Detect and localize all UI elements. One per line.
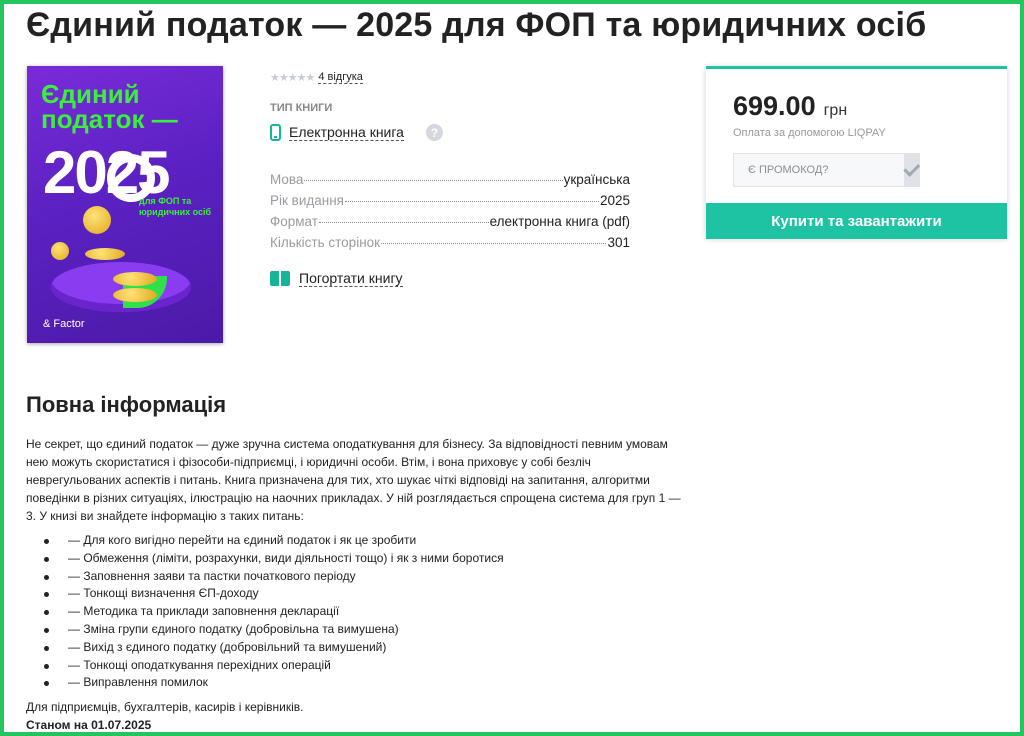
buy-and-download-button[interactable]: Купити та завантажити [706,203,1007,239]
property-dots [344,201,599,202]
page-title: Єдиний податок — 2025 для ФОП та юридичн… [26,6,927,44]
book-cover-image[interactable]: Єдиний податок — 2025 для ФОП та юридичн… [27,66,223,343]
description-text: Не секрет, що єдиний податок — дуже зруч… [26,437,681,523]
property-value: 301 [607,235,630,250]
cover-title-line2: податок — [41,104,178,134]
book-type-label: ТИП КНИГИ [270,102,333,114]
list-item: — Виправлення помилок [44,674,504,692]
book-type-row: Електронна книга ? [270,124,443,141]
property-dots [381,243,607,244]
cover-subtitle-highlight: ФОП [158,196,180,206]
star-icon: ★★★★★ [270,72,315,84]
preview-book-label[interactable]: Погортати книгу [299,270,403,287]
list-item: — Обмеження (ліміти, розрахунки, види ді… [44,550,504,568]
list-item: — Тонкощі оподаткування перехідних опера… [44,657,504,675]
property-key: Формат [270,214,318,229]
publisher-logo: & Factor [43,318,85,330]
price-row: 699.00 грн [733,91,847,122]
list-item: — Заповнення заяви та пастки початкового… [44,568,504,586]
property-value: 2025 [599,193,630,208]
reviews-link[interactable]: 4 відгука [318,71,363,84]
coin-graphic [51,242,69,260]
property-key: Мова [270,172,304,187]
as-of-date: Станом на 01.07.2025 [26,718,152,732]
property-dots [304,180,563,181]
cover-subtitle-prefix: для [139,196,159,206]
property-value: українська [563,172,630,187]
question-icon[interactable]: ? [425,124,443,141]
property-row: Мова українська [270,172,630,193]
property-key: Рік видання [270,193,344,208]
property-row: Рік видання 2025 [270,193,630,214]
property-key: Кількість сторінок [270,235,381,250]
purchase-panel: 699.00 грн Оплата за допомогою LIQPAY Ку… [706,66,1007,239]
book-type-value[interactable]: Електронна книга [289,124,404,141]
property-row: Кількість сторінок 301 [270,235,630,256]
property-value: електронна книга (pdf) [489,214,630,229]
coin-graphic [113,272,157,286]
audience-text: Для підприємців, бухгалтерів, касирів і … [26,700,304,714]
list-item: — Тонкощі визначення ЄП-доходу [44,585,504,603]
promo-code-input[interactable] [733,153,905,187]
price: 699.00 [733,91,816,121]
property-dots [318,222,489,223]
topics-list: — Для кого вигідно перейти на єдиний под… [44,532,504,692]
list-item: — Вихід з єдиного податку (добровільний … [44,639,504,657]
property-row: Формат електронна книга (pdf) [270,214,630,235]
book-properties: Мова українська Рік видання 2025 Формат еле… [270,172,630,256]
full-info-heading: Повна інформація [26,392,227,417]
phone-icon [270,124,281,141]
payment-note: Оплата за допомогою LIQPAY [733,127,886,139]
list-item: — Зміна групи єдиного податку (добровіль… [44,621,504,639]
book-open-icon [270,271,290,286]
cover-subtitle: для ФОП та юридичних осіб [139,196,219,218]
check-icon [903,159,921,177]
coin-graphic [113,288,157,302]
promo-code-group [733,153,921,187]
currency: грн [823,102,848,119]
cover-disc-graphic [51,262,191,312]
preview-book-link[interactable]: Погортати книгу [270,270,403,287]
list-item: — Методика та приклади заповнення деклар… [44,603,504,621]
coin-graphic [83,206,111,234]
list-item: — Для кого вигідно перейти на єдиний под… [44,532,504,550]
rating: ★★★★★ 4 відгука [270,71,363,84]
coin-graphic [85,248,125,260]
promo-apply-button[interactable] [903,153,921,187]
